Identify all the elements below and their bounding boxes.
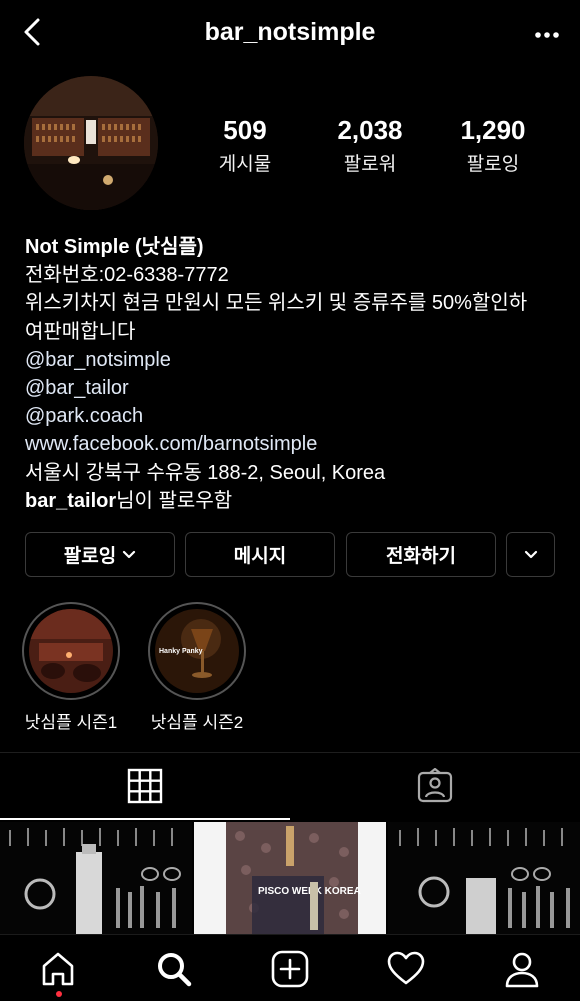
posts-count: 509: [223, 115, 267, 145]
message-button-label: 메시지: [233, 546, 287, 567]
call-button-label: 전화하기: [386, 546, 456, 567]
profile-display-name: Not Simple (낫심플): [25, 236, 204, 258]
highlight-ring: [22, 602, 120, 700]
message-button[interactable]: 메시지: [185, 532, 335, 577]
highlight-overlay-text: Hanky Panky: [159, 648, 203, 655]
suggested-accounts-button[interactable]: [506, 532, 555, 577]
grid-post-overlay-text: PISCO WEEK KOREA: [258, 886, 361, 897]
bio-mention-bar-tailor[interactable]: @bar_tailor: [25, 374, 565, 402]
tagged-person-icon: [417, 768, 453, 803]
followed-by-user: bar_tailor: [25, 489, 117, 512]
profile-bio: Not Simple (낫심플) 전화번호:02-6338-7772 위스키차지…: [25, 233, 565, 515]
notification-dot: [56, 991, 62, 997]
posts-stat[interactable]: 509 게시물: [185, 115, 305, 176]
bio-mention-bar-notsimple[interactable]: @bar_notsimple: [25, 346, 565, 374]
nav-home[interactable]: [0, 935, 116, 1001]
highlight-cover: Hanky Panky: [155, 609, 239, 693]
tab-tagged[interactable]: [290, 753, 580, 819]
bio-description-line2: 여판매합니다: [25, 320, 136, 343]
bio-phone: 전화번호:02-6338-7772: [25, 264, 229, 287]
nav-create[interactable]: [232, 935, 348, 1001]
search-icon: [158, 952, 192, 986]
home-icon: [42, 952, 74, 985]
bottom-navigation: [0, 934, 580, 1001]
nav-search[interactable]: [116, 935, 232, 1001]
bio-mention-park-coach[interactable]: @park.coach: [25, 402, 565, 430]
profile-icon: [505, 952, 539, 987]
chevron-down-icon: [123, 550, 136, 558]
followers-count: 2,038: [337, 115, 403, 145]
following-count: 1,290: [460, 115, 526, 145]
bio-description-line1: 위스키차지 현금 만원시 모든 위스키 및 증류주를 50%할인하: [25, 292, 528, 315]
active-tab-indicator: [0, 818, 290, 820]
grid-icon: [127, 768, 163, 804]
followers-stat[interactable]: 2,038 팔로워: [310, 115, 430, 176]
call-button[interactable]: 전화하기: [346, 532, 496, 577]
nav-profile[interactable]: [464, 935, 580, 1001]
highlight-ring: Hanky Panky: [148, 602, 246, 700]
profile-username: bar_notsimple: [204, 18, 376, 46]
highlight-label: 낫심플 시즌1: [24, 713, 118, 732]
chevron-down-icon: [524, 550, 537, 558]
grid-post-2[interactable]: PISCO WEEK KOREA: [194, 822, 386, 934]
highlight-label: 낫심플 시즌2: [150, 713, 244, 732]
highlight-season2[interactable]: Hanky Panky 낫심플 시즌2: [147, 602, 247, 733]
profile-avatar[interactable]: [24, 76, 158, 210]
add-post-icon: [271, 950, 309, 987]
grid-post-1[interactable]: [0, 822, 192, 934]
posts-label: 게시물: [218, 154, 272, 175]
nav-activity[interactable]: [348, 935, 464, 1001]
grid-post-3[interactable]: [388, 822, 580, 934]
heart-icon: [387, 951, 425, 984]
bio-website-link[interactable]: www.facebook.com/barnotsimple: [25, 430, 565, 458]
following-label: 팔로잉: [466, 154, 520, 175]
profile-stats: 509 게시물 2,038 팔로워 1,290 팔로잉: [180, 115, 570, 175]
following-button-label: 팔로잉: [63, 546, 117, 567]
followed-by[interactable]: bar_tailor님이 팔로우함: [25, 487, 565, 515]
more-options-icon[interactable]: [530, 20, 564, 50]
following-stat[interactable]: 1,290 팔로잉: [433, 115, 553, 176]
following-button[interactable]: 팔로잉: [25, 532, 175, 577]
highlight-season1[interactable]: 낫심플 시즌1: [21, 602, 121, 733]
profile-header: bar_notsimple: [0, 0, 580, 68]
highlight-cover: [29, 609, 113, 693]
followers-label: 팔로워: [343, 154, 397, 175]
followed-by-suffix: 님이 팔로우함: [116, 489, 233, 512]
tab-posts-grid[interactable]: [0, 753, 290, 819]
bio-address[interactable]: 서울시 강북구 수유동 188-2, Seoul, Korea: [25, 459, 565, 487]
